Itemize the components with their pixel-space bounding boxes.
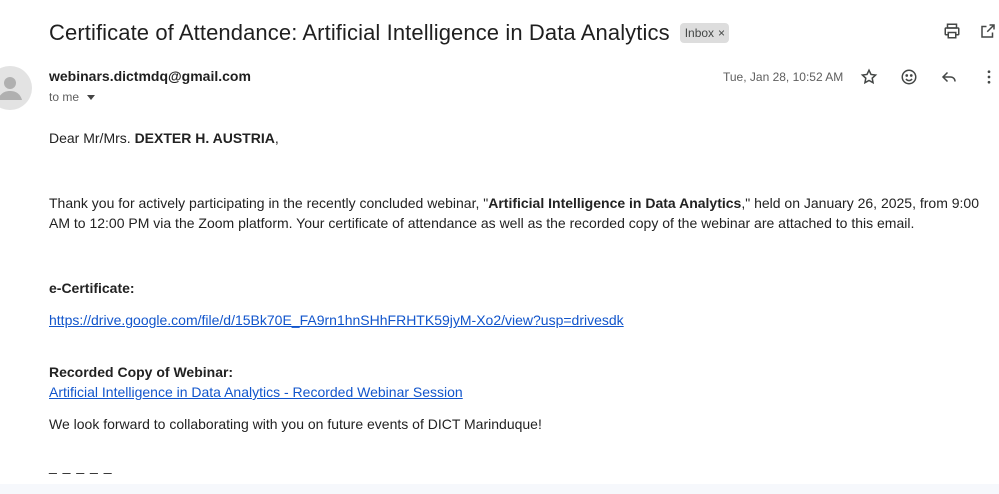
email-view: Certificate of Attendance: Artificial In… — [0, 0, 999, 494]
thread-actions — [941, 20, 999, 42]
closing-text: We look forward to collaborating with yo… — [49, 416, 542, 432]
sender-avatar[interactable] — [0, 66, 32, 110]
recipient-details-toggle[interactable]: to me — [49, 90, 96, 104]
greeting: Dear Mr/Mrs. DEXTER H. AUSTRIA, — [49, 128, 994, 148]
sender-email[interactable]: webinars.dictmdq@gmail.com — [49, 68, 251, 84]
open-in-new-window-icon[interactable] — [977, 20, 999, 42]
inbox-label-chip[interactable]: Inbox × — [679, 23, 730, 43]
email-subject: Certificate of Attendance: Artificial In… — [49, 20, 670, 45]
ecertificate-link[interactable]: https://drive.google.com/file/d/15Bk70E_… — [49, 312, 624, 328]
ecertificate-heading: e-Certificate: — [49, 280, 135, 296]
inbox-label-text: Inbox — [684, 26, 715, 40]
remove-label-button[interactable]: × — [718, 25, 725, 41]
webinar-title: Artificial Intelligence in Data Analytic… — [488, 195, 742, 211]
emoji-reaction-icon[interactable] — [898, 66, 920, 88]
more-options-icon[interactable] — [978, 66, 999, 88]
paragraph-prefix: Thank you for actively participating in … — [49, 195, 489, 211]
star-icon[interactable] — [858, 66, 880, 88]
email-body: Dear Mr/Mrs. DEXTER H. AUSTRIA, Thank yo… — [49, 128, 994, 476]
recipient-text: to me — [49, 90, 80, 104]
signature-separator: _ _ _ _ _ — [49, 458, 113, 474]
recipient-name: DEXTER H. AUSTRIA — [134, 130, 275, 146]
email-date: Tue, Jan 28, 10:52 AM — [723, 70, 844, 84]
chevron-down-icon — [87, 94, 96, 100]
bottom-bar — [0, 484, 999, 494]
greeting-prefix: Dear Mr/Mrs. — [49, 130, 135, 146]
subject-row: Certificate of Attendance: Artificial In… — [49, 18, 730, 48]
greeting-suffix: , — [274, 130, 279, 146]
print-icon[interactable] — [941, 20, 963, 42]
reply-icon[interactable] — [938, 66, 960, 88]
thank-you-paragraph: Thank you for actively participating in … — [49, 193, 994, 233]
recording-link[interactable]: Artificial Intelligence in Data Analytic… — [49, 384, 463, 400]
recording-heading: Recorded Copy of Webinar: — [49, 364, 234, 380]
message-actions — [858, 66, 999, 88]
